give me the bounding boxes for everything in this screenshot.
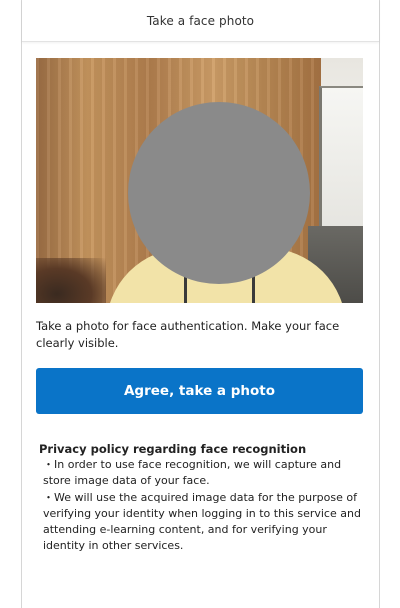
page-title: Take a face photo (146, 13, 255, 28)
face-blur-mask (128, 102, 310, 284)
privacy-policy: Privacy policy regarding face recognitio… (39, 441, 369, 554)
window-frame (319, 86, 363, 246)
instruction-text: Take a photo for face authentication. Ma… (36, 319, 340, 350)
camera-preview (36, 58, 363, 303)
page-header: Take a face photo (22, 0, 379, 42)
privacy-policy-item: ・We will use the acquired image data for… (43, 490, 361, 553)
agree-take-photo-button[interactable]: Agree, take a photo (36, 368, 363, 414)
privacy-policy-title: Privacy policy regarding face recognitio… (39, 442, 307, 456)
face-photo-panel: Take a face photo Take a photo for face … (21, 0, 380, 608)
privacy-policy-item: ・In order to use face recognition, we wi… (43, 458, 342, 488)
background-object (36, 258, 106, 303)
